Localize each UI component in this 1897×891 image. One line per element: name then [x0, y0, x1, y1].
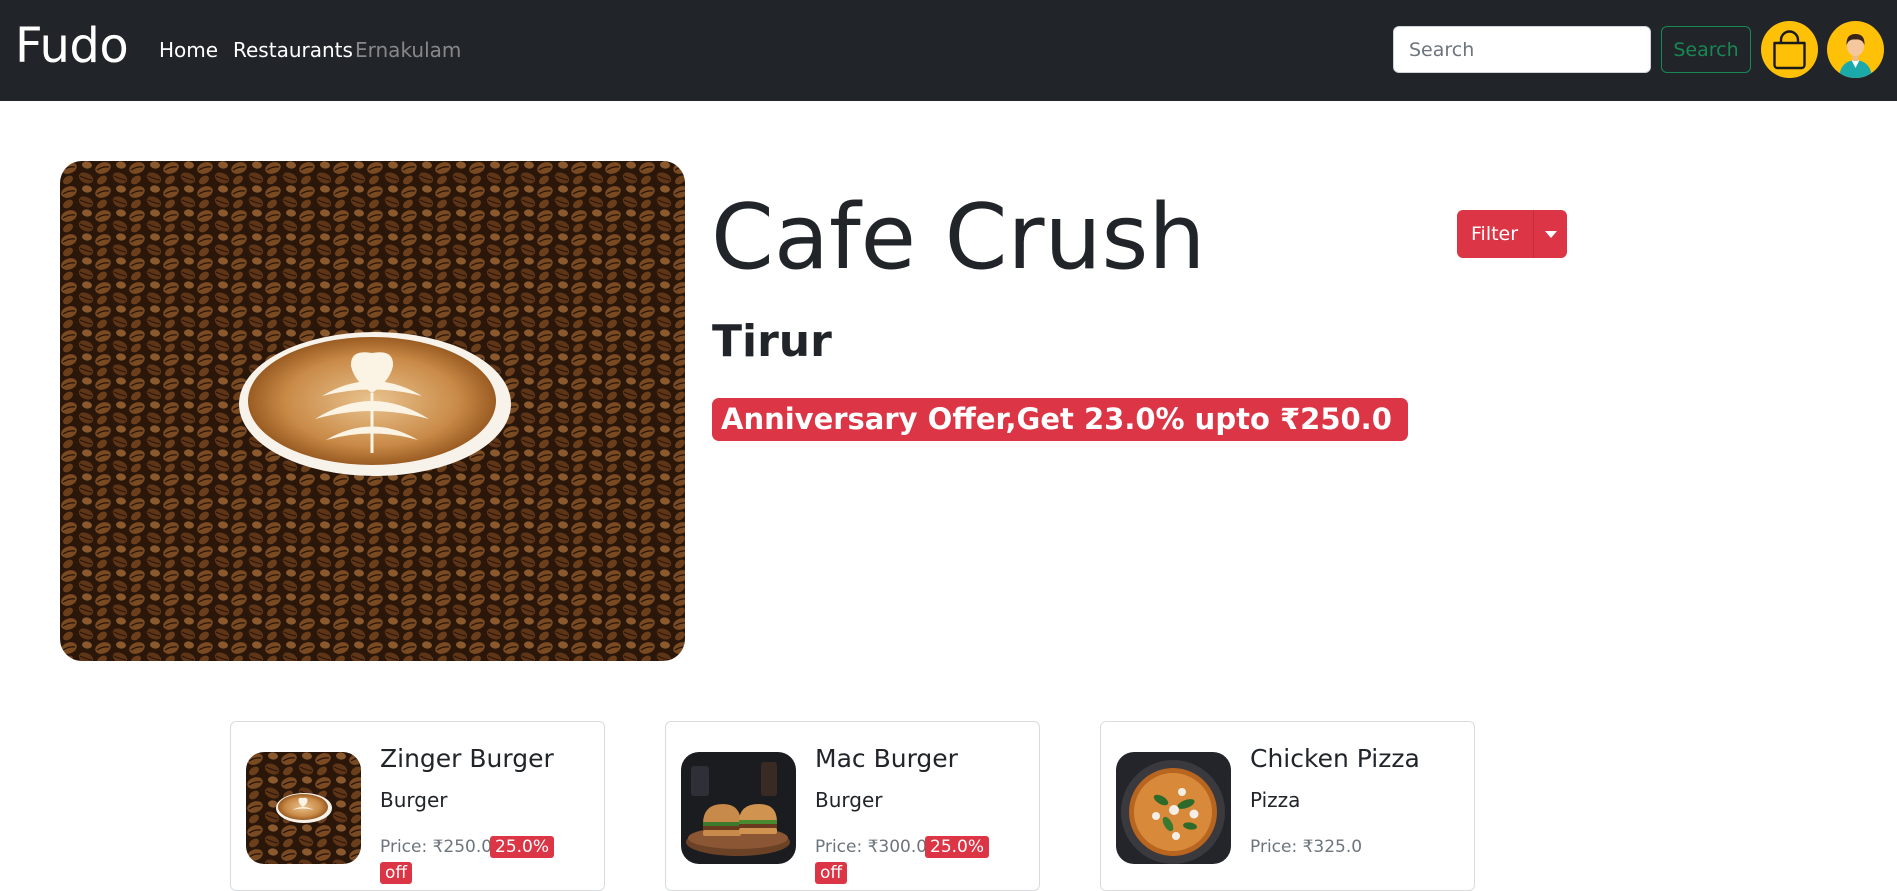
top-navbar: Fudo Home Restaurants Ernakulam Search	[0, 0, 1897, 101]
cart-button[interactable]	[1761, 21, 1818, 78]
nav-link-location[interactable]: Ernakulam	[355, 38, 461, 62]
restaurant-location: Tirur	[712, 316, 832, 367]
search-input[interactable]	[1393, 26, 1651, 73]
filter-button[interactable]: Filter	[1457, 210, 1533, 258]
menu-item-category: Burger	[380, 788, 448, 812]
restaurant-name: Cafe Crush	[711, 185, 1206, 290]
menu-item-name: Mac Burger	[815, 744, 958, 773]
menu-item-category: Pizza	[1250, 788, 1301, 812]
menu-card[interactable]: Chicken Pizza Pizza Price: ₹325.0	[1100, 721, 1475, 891]
discount-badge-off: off	[815, 862, 848, 884]
menu-card[interactable]: Mac Burger Burger Price: ₹300.0 | 25.0% …	[665, 721, 1040, 891]
offer-badge: Anniversary Offer,Get 23.0% upto ₹250.0	[712, 398, 1408, 441]
menu-item-name: Zinger Burger	[380, 744, 554, 773]
restaurant-image	[60, 161, 685, 661]
filter-dropdown: Filter	[1457, 210, 1567, 258]
menu-item-image	[1116, 752, 1231, 864]
brand-logo[interactable]: Fudo	[15, 14, 129, 78]
menu-card[interactable]: Zinger Burger Burger Price: ₹250.0 | 25.…	[230, 721, 605, 891]
nav-link-restaurants[interactable]: Restaurants	[233, 38, 353, 62]
shopping-bag-icon	[1773, 30, 1806, 70]
menu-item-category: Burger	[815, 788, 883, 812]
profile-button[interactable]	[1827, 21, 1884, 78]
menu-item-image	[246, 752, 361, 864]
discount-badge: 25.0%	[490, 836, 555, 858]
caret-down-icon	[1544, 230, 1557, 238]
filter-toggle-button[interactable]	[1533, 210, 1567, 258]
menu-item-image	[681, 752, 796, 864]
user-avatar-icon	[1839, 34, 1872, 78]
menu-item-name: Chicken Pizza	[1250, 744, 1420, 773]
menu-item-price: Price: ₹325.0	[1250, 837, 1363, 857]
nav-link-home[interactable]: Home	[159, 38, 218, 62]
discount-badge-off: off	[380, 862, 413, 884]
menu-item-price: Price: ₹300.0 |	[815, 837, 939, 857]
discount-badge: 25.0%	[925, 836, 990, 858]
menu-item-price: Price: ₹250.0 |	[380, 837, 504, 857]
search-button[interactable]: Search	[1661, 26, 1751, 73]
